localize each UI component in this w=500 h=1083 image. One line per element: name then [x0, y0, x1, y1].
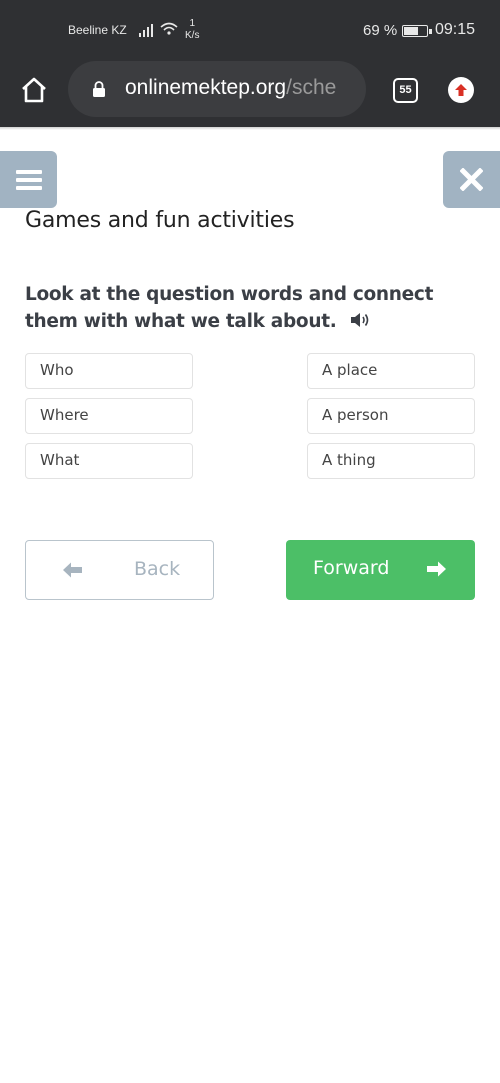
arrow-up-icon: [455, 84, 467, 96]
question-label: Look at the question words and connect t…: [25, 284, 434, 332]
tab-switcher-button[interactable]: 55: [393, 78, 418, 103]
status-bar: Beeline KZ 1 K/s 69 % 09:15: [0, 0, 500, 56]
hamburger-line: [16, 170, 42, 174]
battery-icon: [402, 25, 432, 37]
battery-nub: [429, 29, 432, 34]
left-item-what[interactable]: What: [25, 443, 193, 479]
forward-label: Forward: [313, 557, 390, 579]
speed-unit: K/s: [185, 30, 200, 41]
speed-value: 1: [189, 18, 195, 29]
home-icon[interactable]: [20, 76, 48, 104]
signal-icon: [139, 24, 153, 37]
update-button[interactable]: [448, 77, 474, 103]
left-item-where[interactable]: Where: [25, 398, 193, 434]
menu-button[interactable]: [0, 151, 57, 208]
right-item-thing[interactable]: A thing: [307, 443, 475, 479]
back-label: Back: [134, 558, 181, 580]
wifi-icon: [160, 22, 178, 35]
url-text[interactable]: onlinemektep.org/sche: [125, 76, 360, 100]
url-path: /sche: [286, 76, 337, 99]
forward-button[interactable]: Forward: [286, 540, 475, 600]
network-speed: 1 K/s: [185, 18, 199, 42]
close-icon: [460, 168, 483, 191]
lock-icon: [93, 81, 105, 97]
browser-toolbar: onlinemektep.org/sche 55: [0, 56, 500, 127]
arrow-left-icon: [63, 562, 82, 578]
hamburger-line: [16, 186, 42, 190]
carrier-name: Beeline KZ: [68, 23, 127, 37]
page-title: Games and fun activities: [25, 208, 295, 233]
battery-fill: [404, 27, 419, 35]
address-bar[interactable]: onlinemektep.org/sche: [68, 61, 366, 117]
right-item-place[interactable]: A place: [307, 353, 475, 389]
url-domain: onlinemektep.org: [125, 76, 287, 99]
close-button[interactable]: [443, 151, 500, 208]
clock: 09:15: [435, 21, 476, 38]
toolbar-shadow: [0, 127, 500, 130]
left-item-who[interactable]: Who: [25, 353, 193, 389]
back-button[interactable]: Back: [25, 540, 214, 600]
speaker-icon[interactable]: [350, 311, 370, 329]
battery-percent: 69 %: [363, 22, 398, 39]
hamburger-line: [16, 178, 42, 182]
right-item-person[interactable]: A person: [307, 398, 475, 434]
arrow-right-icon: [427, 561, 446, 577]
question-text: Look at the question words and connect t…: [25, 281, 445, 335]
